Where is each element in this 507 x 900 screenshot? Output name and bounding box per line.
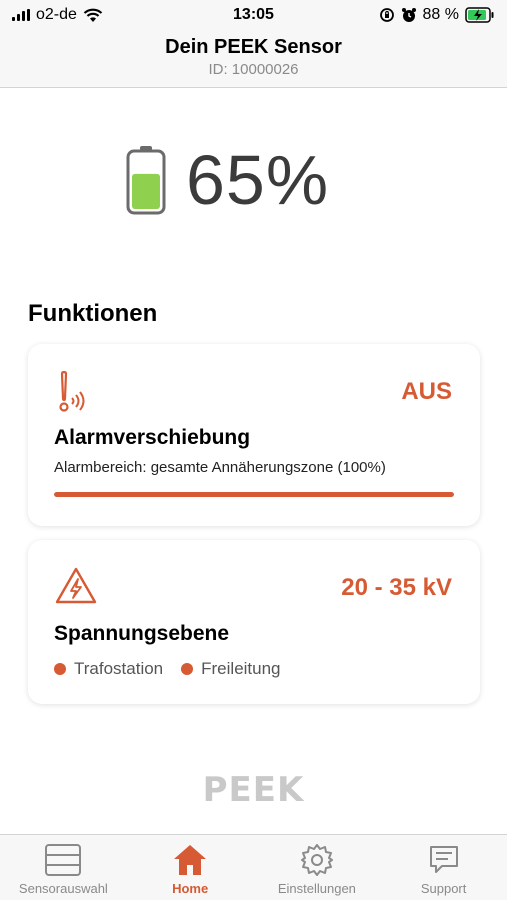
tab-support[interactable]: Support <box>380 835 507 900</box>
header: Dein PEEK Sensor ID: 10000026 <box>0 32 507 88</box>
alarm-signal-icon <box>59 370 85 412</box>
alarm-range-bar <box>54 492 454 497</box>
tab-bar: Sensorauswahl Home Einstellungen Support <box>0 834 507 900</box>
tag-dot-icon <box>54 663 66 675</box>
gear-icon <box>300 844 333 876</box>
voltage-tag: Freileitung <box>181 659 281 679</box>
sensor-list-icon <box>45 844 82 876</box>
alarm-range-fill <box>54 492 454 497</box>
tab-einstellungen[interactable]: Einstellungen <box>254 835 381 900</box>
alarm-shift-title: Alarmverschiebung <box>54 426 251 449</box>
voltage-title: Spannungsebene <box>54 622 230 645</box>
voltage-tags: Trafostation Freileitung <box>54 659 281 679</box>
alarm-clock-icon <box>401 8 416 22</box>
peek-logo: PEEK <box>202 770 305 810</box>
charging-battery-icon <box>465 7 494 23</box>
functions-heading: Funktionen <box>28 300 158 327</box>
tag-label: Freileitung <box>201 659 281 678</box>
tab-label: Einstellungen <box>277 881 356 896</box>
high-voltage-icon <box>55 567 97 604</box>
tag-label: Trafostation <box>74 659 164 678</box>
alarm-range-text: Alarmbereich: gesamte Annäherungszone (1… <box>54 459 386 476</box>
voltage-level-card[interactable]: 20 - 35 kV Spannungsebene Trafostation F… <box>28 540 480 704</box>
status-bar: o2-de 13:05 88 % <box>0 0 507 32</box>
battery-level-icon <box>126 146 166 215</box>
tag-dot-icon <box>181 663 194 675</box>
tab-label: Home <box>172 881 209 896</box>
voltage-tag: Trafostation <box>54 659 163 679</box>
page-title: Dein PEEK Sensor <box>165 36 342 58</box>
status-right: 88 % <box>379 6 495 24</box>
rotation-lock-icon <box>379 8 394 22</box>
voltage-value: 20 - 35 kV <box>341 574 452 601</box>
home-icon <box>174 845 207 875</box>
alarm-shift-card[interactable]: AUS Alarmverschiebung Alarmbereich: gesa… <box>28 344 480 526</box>
tab-sensorauswahl[interactable]: Sensorauswahl <box>0 835 127 900</box>
battery-percent-label: 88 % <box>422 6 459 23</box>
tab-home[interactable]: Home <box>127 835 254 900</box>
chat-icon <box>429 846 458 873</box>
alarm-shift-value: AUS <box>401 378 452 405</box>
battery-percent: 65% <box>186 141 330 219</box>
tab-label: Support <box>420 881 467 896</box>
sensor-battery: 65% <box>126 140 329 220</box>
sensor-id: ID: 10000026 <box>208 61 299 78</box>
tab-label: Sensorauswahl <box>18 881 108 896</box>
